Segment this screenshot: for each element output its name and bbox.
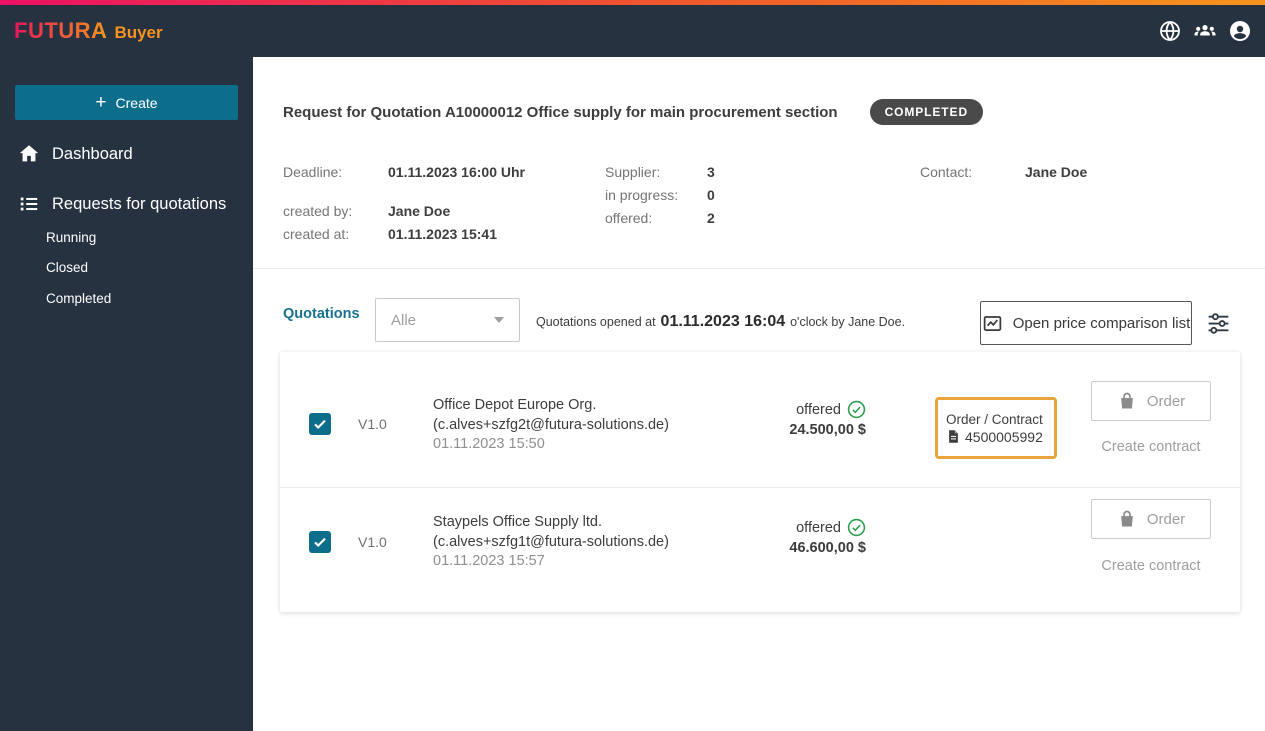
app-logo[interactable]: FUTURA Buyer — [14, 18, 163, 44]
users-icon[interactable] — [1193, 19, 1217, 43]
logo-futura-text: FUTURA — [14, 18, 108, 43]
create-contract-link[interactable]: Create contract — [1091, 439, 1211, 455]
meta-contact: Contact: Jane Doe — [920, 161, 1087, 184]
meta-label: created at: — [283, 226, 350, 242]
supplier-email: (c.alves+szfg2t@futura-solutions.de) — [433, 416, 669, 433]
create-contract-link[interactable]: Create contract — [1091, 558, 1211, 574]
quotation-date: 01.11.2023 15:50 — [433, 436, 545, 452]
sidebar-item-label: Requests for quotations — [52, 194, 227, 213]
meta-created-at: created at: 01.11.2023 15:41 — [283, 223, 525, 246]
meta-value: 01.11.2023 15:41 — [388, 226, 497, 242]
quotation-checkbox[interactable] — [309, 531, 331, 553]
check-circle-icon — [847, 518, 866, 537]
supplier-name: Office Depot Europe Org. — [433, 397, 597, 413]
create-button-label: Create — [115, 94, 158, 111]
order-button[interactable]: Order — [1091, 381, 1211, 421]
order-contract-link[interactable]: 4500005992 — [946, 429, 1054, 445]
quotations-section-label: Quotations — [283, 306, 360, 322]
offer-status-block: offered 24.500,00 $ — [766, 400, 866, 438]
supplier-email: (c.alves+szfg1t@futura-solutions.de) — [433, 533, 669, 550]
section-divider — [253, 268, 1265, 269]
supplier-name: Staypels Office Supply ltd. — [433, 514, 602, 530]
meta-label: offered: — [605, 210, 653, 226]
meta-label: Supplier: — [605, 164, 661, 180]
quotation-version: V1.0 — [358, 416, 387, 432]
row-divider — [280, 487, 1240, 488]
order-contract-number: 4500005992 — [965, 428, 1043, 445]
list-icon — [20, 197, 38, 211]
page-title: Request for Quotation A10000012 Office s… — [283, 103, 838, 121]
app-header: FUTURA Buyer — [0, 5, 1265, 57]
meta-label: in progress: — [605, 187, 679, 203]
supplier-info: Staypels Office Supply ltd. (c.alves+szf… — [433, 513, 669, 572]
globe-icon[interactable] — [1158, 19, 1182, 43]
offer-status-label: offered — [796, 519, 841, 536]
document-icon — [949, 430, 958, 443]
sidebar: + Create Dashboard Requests for quotatio… — [0, 57, 253, 731]
meta-supplier: Supplier: 3 — [605, 161, 715, 184]
sidebar-item-dashboard[interactable]: Dashboard — [18, 143, 133, 165]
sidebar-item-completed[interactable]: Completed — [46, 291, 111, 306]
meta-value: 01.11.2023 16:00 Uhr — [388, 164, 525, 180]
sidebar-item-requests-for-quotations[interactable]: Requests for quotations — [18, 193, 226, 215]
quotations-opened-info: Quotations opened at 01.11.2023 16:04 o'… — [536, 300, 905, 344]
opened-suffix: o'clock by Jane Doe. — [790, 315, 906, 329]
offer-price: 24.500,00 $ — [789, 422, 866, 438]
offer-price: 46.600,00 $ — [789, 540, 866, 556]
open-price-comparison-button[interactable]: Open price comparison list — [980, 301, 1192, 345]
offer-status-block: offered 46.600,00 $ — [766, 518, 866, 556]
meta-value: 2 — [707, 210, 715, 226]
quotations-filter-select[interactable]: Alle — [375, 298, 520, 342]
sidebar-item-label: Dashboard — [52, 144, 133, 163]
plus-icon: + — [95, 92, 107, 113]
account-icon[interactable] — [1228, 19, 1252, 43]
request-meta-left: Deadline: 01.11.2023 16:00 Uhr created b… — [283, 161, 525, 246]
meta-label: Contact: — [920, 164, 973, 180]
meta-value: 0 — [707, 187, 715, 203]
filter-sliders-icon[interactable] — [1206, 311, 1231, 336]
offer-status-label: offered — [796, 401, 841, 418]
order-contract-highlight-box: Order / Contract 4500005992 — [935, 397, 1057, 459]
create-button[interactable]: + Create — [15, 85, 238, 120]
opened-prefix: Quotations opened at — [536, 315, 656, 329]
shopping-bag-icon — [1120, 510, 1133, 527]
meta-value: Jane Doe — [388, 203, 451, 219]
check-icon — [314, 419, 326, 430]
header-icons — [1158, 19, 1252, 43]
meta-value: 3 — [707, 164, 715, 180]
request-title-row: Request for Quotation A10000012 Office s… — [283, 99, 984, 125]
order-button-label: Order — [1146, 510, 1186, 528]
request-meta-right: Contact: Jane Doe — [920, 161, 1087, 184]
order-button-label: Order — [1146, 392, 1186, 410]
filter-selected-value: Alle — [391, 311, 417, 329]
quotation-date: 01.11.2023 15:57 — [433, 553, 545, 569]
order-button[interactable]: Order — [1091, 499, 1211, 539]
quotations-card: V1.0 Office Depot Europe Org. (c.alves+s… — [280, 352, 1240, 612]
meta-in-progress: in progress: 0 — [605, 184, 715, 207]
meta-label: created by: — [283, 203, 353, 219]
meta-deadline: Deadline: 01.11.2023 16:00 Uhr — [283, 161, 525, 184]
quotation-version: V1.0 — [358, 534, 387, 550]
sidebar-item-closed[interactable]: Closed — [46, 260, 88, 275]
home-icon — [19, 145, 39, 162]
sidebar-item-running[interactable]: Running — [46, 230, 96, 245]
status-badge: COMPLETED — [869, 99, 984, 125]
chevron-down-icon — [494, 317, 504, 323]
logo-buyer-text: Buyer — [114, 23, 163, 42]
meta-offered: offered: 2 — [605, 207, 715, 230]
quotation-checkbox[interactable] — [309, 413, 331, 435]
supplier-info: Office Depot Europe Org. (c.alves+szfg2t… — [433, 396, 669, 455]
meta-value: Jane Doe — [1025, 164, 1088, 180]
compare-button-label: Open price comparison list — [1012, 314, 1191, 332]
check-circle-icon — [847, 400, 866, 419]
request-meta-middle: Supplier: 3 in progress: 0 offered: 2 — [605, 161, 715, 230]
meta-created-by: created by: Jane Doe — [283, 200, 525, 223]
chart-icon — [983, 315, 1001, 331]
shopping-bag-icon — [1120, 392, 1133, 409]
meta-label: Deadline: — [283, 164, 343, 180]
check-icon — [314, 537, 326, 548]
opened-time: 01.11.2023 16:04 — [660, 313, 786, 330]
order-contract-label: Order / Contract — [946, 411, 1043, 427]
